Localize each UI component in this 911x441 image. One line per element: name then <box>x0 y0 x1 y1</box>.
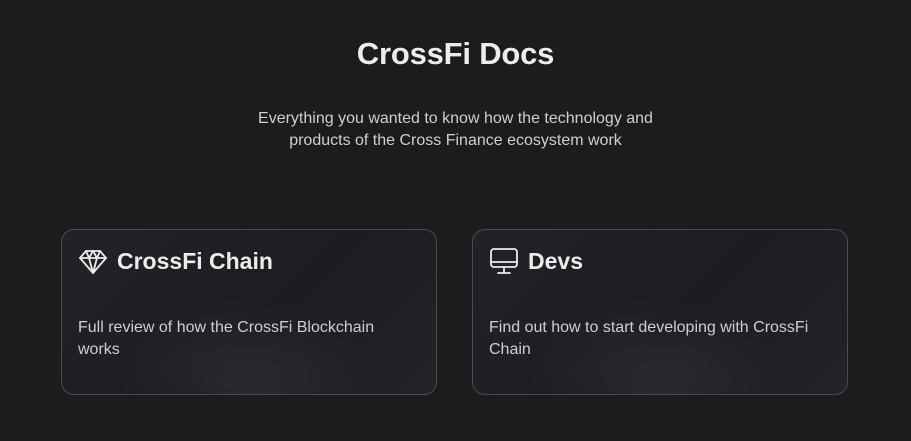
devs-card[interactable]: Devs Find out how to start developing wi… <box>472 229 848 395</box>
diamond-icon <box>78 246 108 276</box>
monitor-icon <box>489 246 519 276</box>
card-title: Devs <box>528 248 583 274</box>
card-description: Find out how to start developing with Cr… <box>489 319 809 358</box>
card-title: CrossFi Chain <box>117 248 273 274</box>
page-subtitle: Everything you wanted to know how the te… <box>258 110 653 149</box>
page-title: CrossFi Docs <box>356 36 555 71</box>
card-header: Devs <box>489 246 583 276</box>
card-header: CrossFi Chain <box>78 246 273 276</box>
crossfi-chain-card[interactable]: CrossFi Chain Full review of how the Cro… <box>61 229 437 395</box>
card-description: Full review of how the CrossFi Blockchai… <box>78 319 375 358</box>
docs-landing: CrossFi Docs Everything you wanted to kn… <box>0 0 911 441</box>
